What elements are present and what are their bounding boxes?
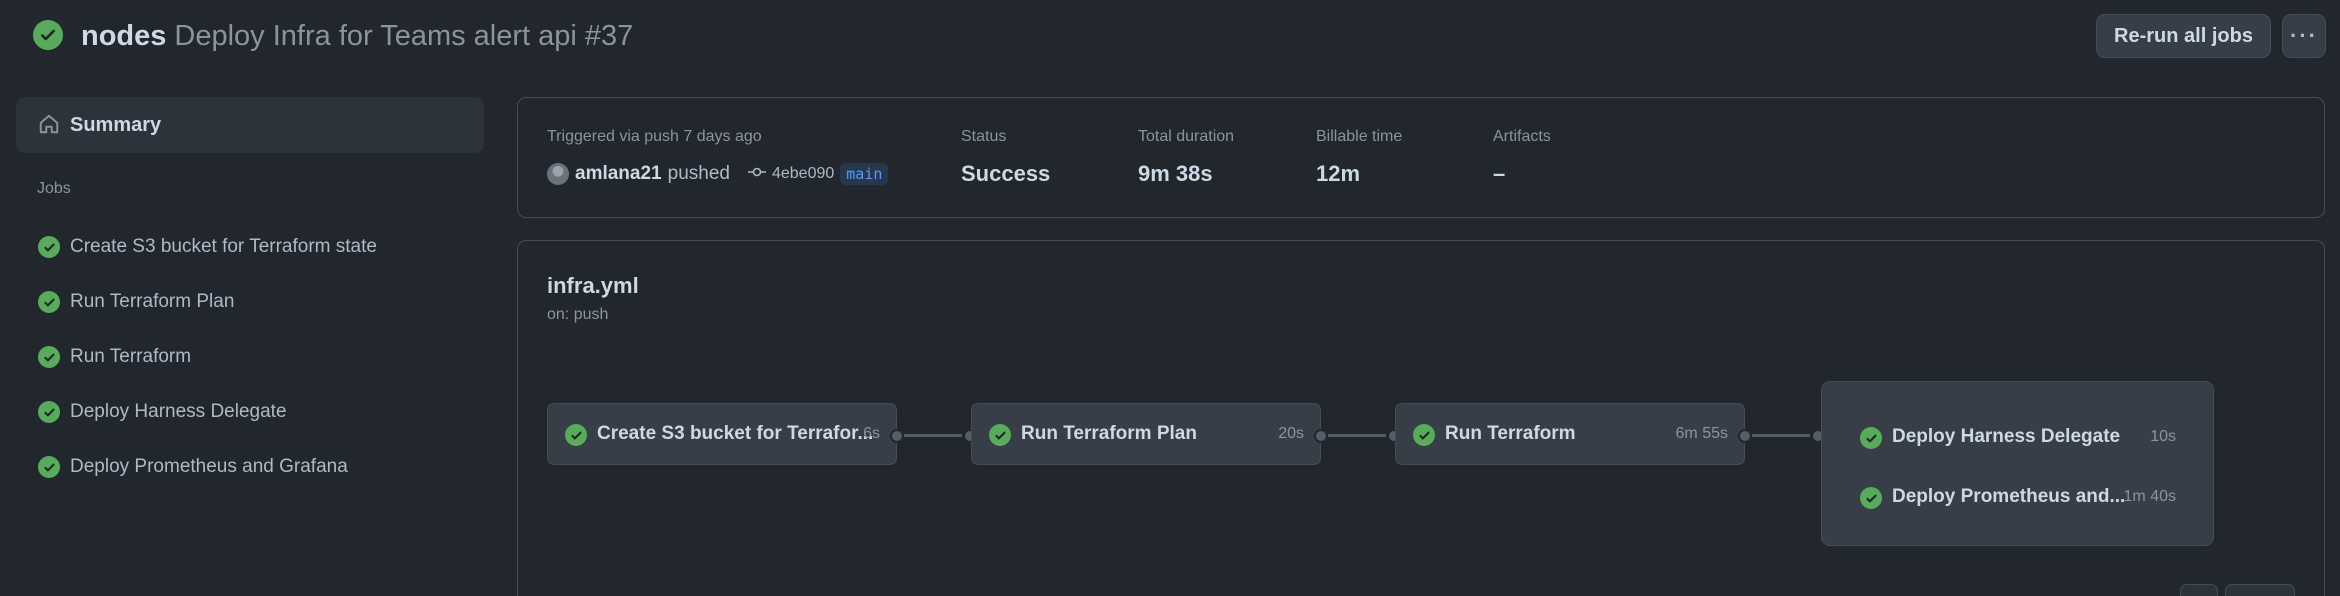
workflow-file-name[interactable]: infra.yml (547, 273, 639, 299)
sidebar-job-label: Deploy Prometheus and Grafana (70, 456, 348, 477)
check-circle-icon (1860, 487, 1882, 509)
more-options-button[interactable]: ··· (2282, 14, 2326, 58)
page-title: nodes Deploy Infra for Teams alert api #3… (81, 18, 633, 54)
zoom-out-button[interactable] (2180, 584, 2218, 596)
check-circle-icon (989, 424, 1011, 446)
branch-badge[interactable]: main (840, 163, 889, 185)
check-circle-icon (565, 424, 587, 446)
graph-connector (904, 434, 962, 437)
run-summary-panel: Triggered via push 7 days ago amlana21 p… (517, 97, 2325, 218)
graph-connector (1328, 434, 1386, 437)
node-port (1738, 429, 1752, 443)
sidebar-job-label: Run Terraform (70, 346, 192, 367)
node-duration: 20s (1278, 425, 1304, 442)
node-label: Deploy Prometheus and... (1892, 486, 2126, 507)
commit-icon (747, 165, 766, 183)
node-duration: 6m 55s (1675, 425, 1728, 442)
sidebar-job-deploy-harness-delegate[interactable]: Deploy Harness Delegate (16, 389, 484, 435)
workflow-trigger: on: push (547, 306, 609, 323)
check-circle-icon (1413, 424, 1435, 446)
status-label: Status (961, 128, 1007, 145)
success-check-icon (33, 20, 63, 50)
artifacts-label: Artifacts (1493, 128, 1551, 145)
check-circle-icon (38, 346, 60, 368)
rerun-all-jobs-button[interactable]: Re-run all jobs (2096, 14, 2271, 58)
commit-link[interactable]: 4ebe090 (772, 165, 834, 183)
node-label: Deploy Harness Delegate (1892, 426, 2121, 447)
zoom-in-button[interactable] (2225, 584, 2295, 596)
node-port (1314, 429, 1328, 443)
actor-link[interactable]: amlana21 (575, 163, 662, 185)
trigger-label: Triggered via push 7 days ago (547, 128, 762, 145)
graph-node-run-terraform[interactable]: Run Terraform 6m 55s (1395, 403, 1745, 465)
sidebar-item-label: Summary (70, 113, 162, 136)
billable-label: Billable time (1316, 128, 1403, 145)
graph-node-create-s3-bucket[interactable]: Create S3 bucket for Terrafor... 6s (547, 403, 897, 465)
duration-label: Total duration (1138, 128, 1235, 145)
billable-value: 12m (1316, 161, 1361, 186)
jobs-heading: Jobs (37, 180, 71, 197)
artifacts-value: – (1493, 161, 1506, 186)
home-icon (38, 113, 60, 140)
node-duration: 1m 40s (2123, 488, 2176, 505)
run-title: Deploy Infra for Teams alert api #37 (174, 20, 634, 52)
sidebar-job-label: Deploy Harness Delegate (70, 401, 287, 422)
avatar[interactable] (547, 163, 569, 185)
node-duration: 10s (2150, 428, 2176, 445)
graph-node-run-terraform-plan[interactable]: Run Terraform Plan 20s (971, 403, 1321, 465)
node-label: Create S3 bucket for Terrafor... (597, 423, 874, 444)
sidebar-job-deploy-prometheus-grafana[interactable]: Deploy Prometheus and Grafana (16, 444, 484, 490)
check-circle-icon (38, 291, 60, 313)
sidebar-job-label: Create S3 bucket for Terraform state (70, 236, 377, 257)
sidebar-job-label: Run Terraform Plan (70, 291, 235, 312)
check-circle-icon (1860, 427, 1882, 449)
sidebar-job-run-terraform-plan[interactable]: Run Terraform Plan (16, 279, 484, 325)
graph-node-group-deploy: Deploy Harness Delegate 10s Deploy Prome… (1821, 381, 2214, 546)
graph-node-deploy-harness-delegate[interactable]: Deploy Harness Delegate 10s (1822, 418, 2213, 458)
workflow-graph-panel: infra.yml on: push Create S3 bucket for … (517, 240, 2325, 596)
node-label: Run Terraform Plan (1021, 423, 1197, 444)
workflow-name[interactable]: nodes (81, 20, 166, 52)
node-port (890, 429, 904, 443)
node-label: Run Terraform (1445, 423, 1576, 444)
status-value: Success (961, 161, 1051, 186)
check-circle-icon (38, 236, 60, 258)
sidebar-job-run-terraform[interactable]: Run Terraform (16, 334, 484, 380)
node-duration: 6s (863, 425, 880, 442)
sidebar-job-create-s3-bucket[interactable]: Create S3 bucket for Terraform state (16, 224, 484, 270)
kebab-horizontal-icon: ··· (2290, 23, 2318, 48)
graph-connector (1752, 434, 1810, 437)
sidebar-item-summary[interactable]: Summary (16, 97, 484, 153)
action-text: pushed (667, 163, 730, 184)
run-header: nodes Deploy Infra for Teams alert api #3… (0, 0, 2340, 72)
check-circle-icon (38, 401, 60, 423)
graph-node-deploy-prometheus-grafana[interactable]: Deploy Prometheus and... 1m 40s (1822, 478, 2213, 518)
check-circle-icon (38, 456, 60, 478)
duration-value[interactable]: 9m 38s (1138, 161, 1213, 187)
trigger-details: amlana21 pushed 4ebe090 main (547, 161, 889, 187)
